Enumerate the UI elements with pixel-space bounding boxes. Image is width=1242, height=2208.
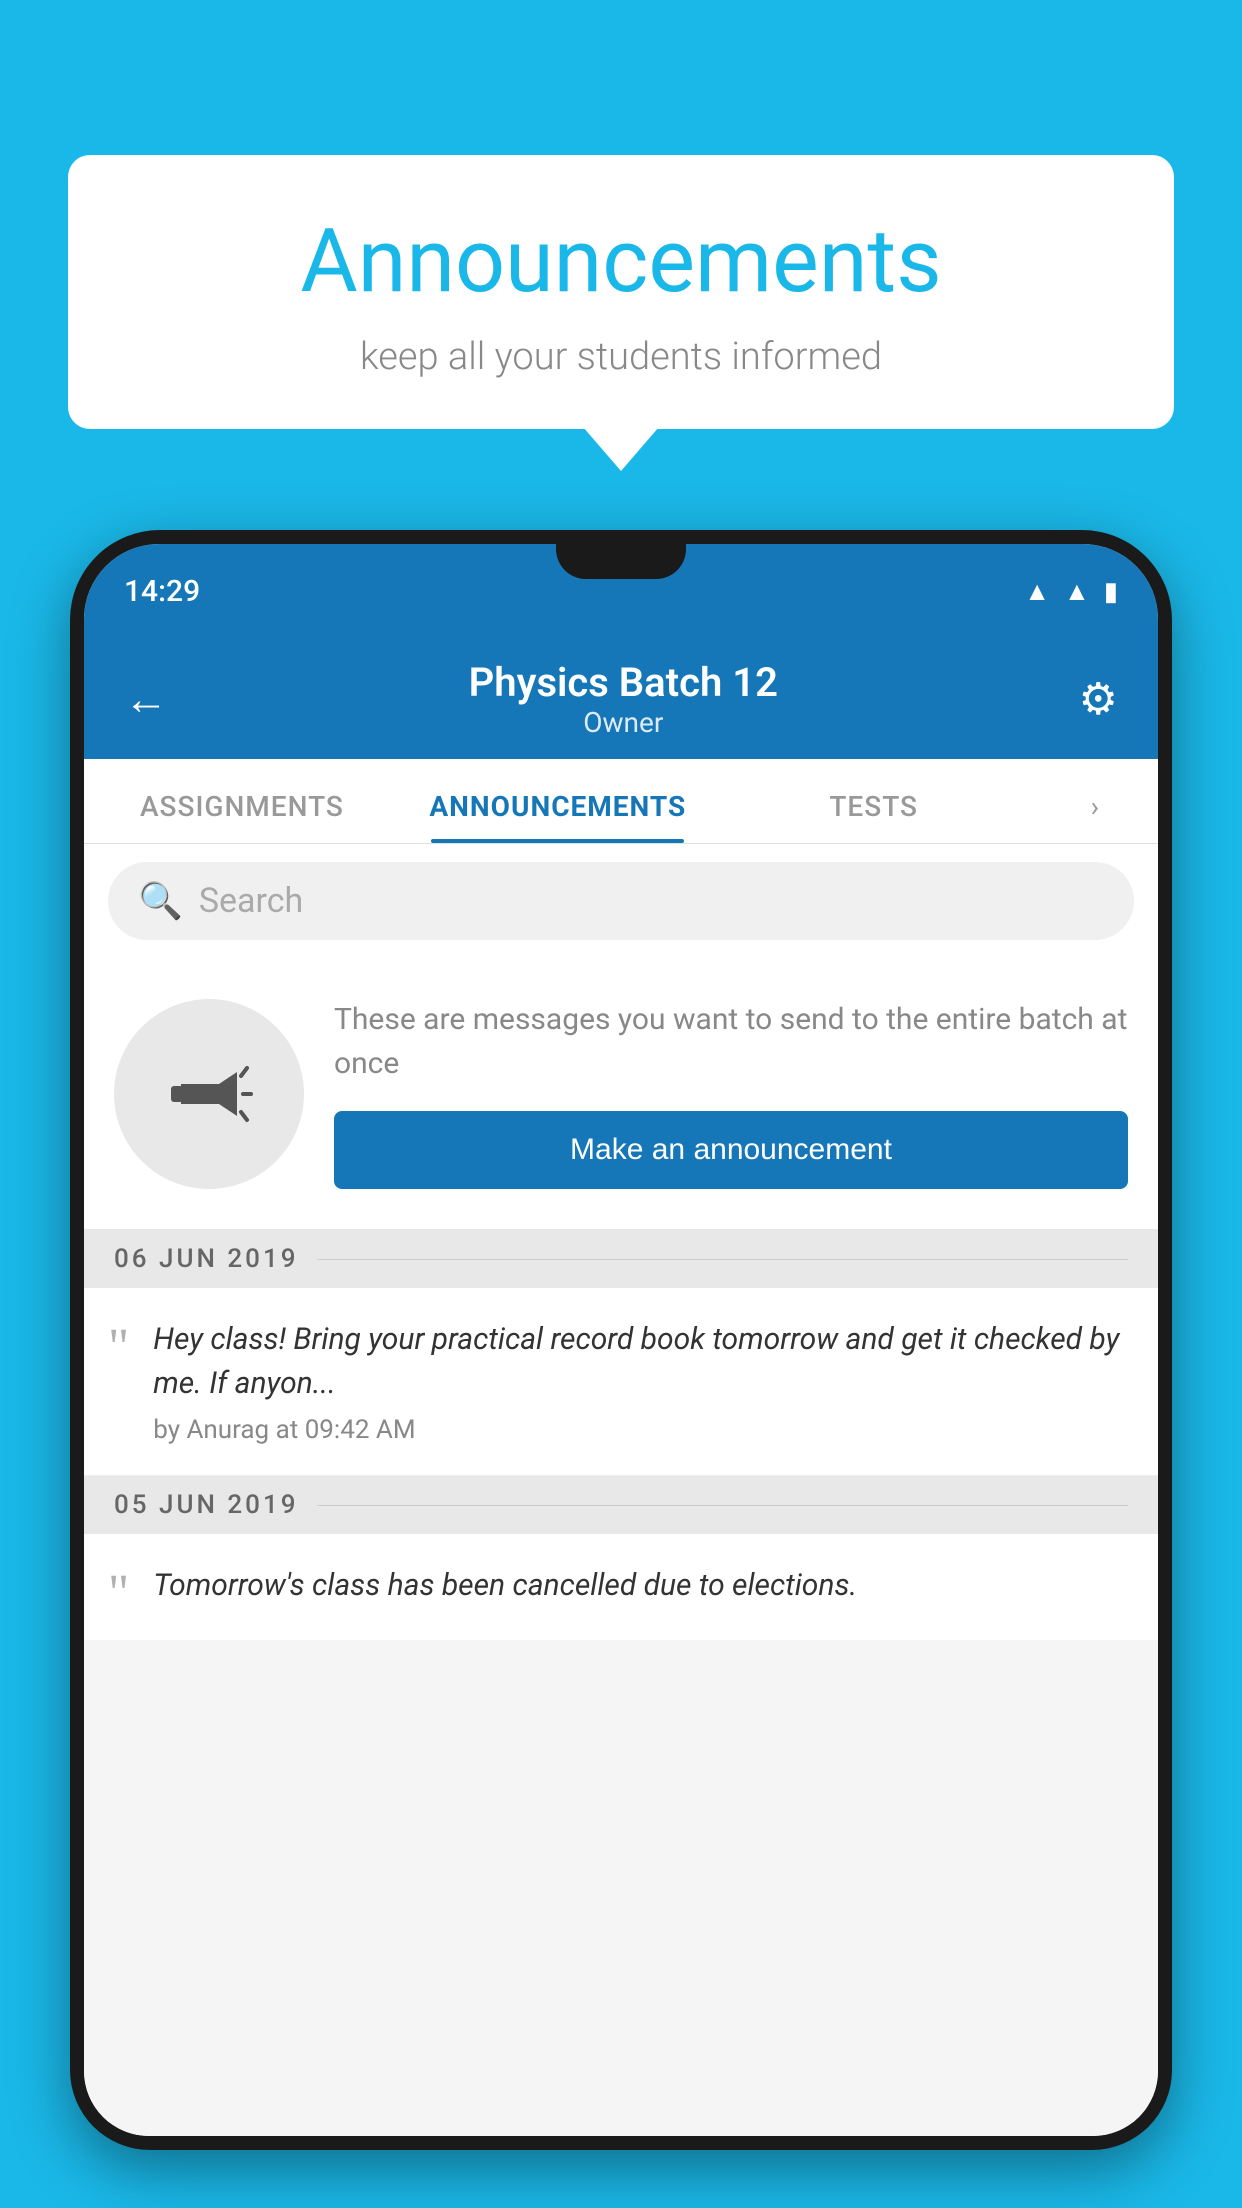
speech-bubble-container: Announcements keep all your students inf…: [68, 155, 1174, 429]
signal-icon: ▲: [1064, 576, 1090, 607]
tab-tests[interactable]: TESTS: [716, 790, 1032, 843]
tab-assignments[interactable]: ASSIGNMENTS: [84, 790, 400, 843]
make-announcement-button[interactable]: Make an announcement: [334, 1111, 1128, 1189]
promo-right: These are messages you want to send to t…: [334, 998, 1128, 1189]
separator-line: [317, 1259, 1129, 1260]
announcement-text-1: Hey class! Bring your practical record b…: [153, 1318, 1128, 1405]
phone-frame: 14:29 ▲ ▲ ▮ ← Physics Batch 12 Owner ⚙ A…: [70, 530, 1172, 2150]
announcement-content-2: Tomorrow's class has been cancelled due …: [153, 1564, 1128, 1618]
settings-button[interactable]: ⚙: [1079, 673, 1118, 725]
announcement-item-2[interactable]: " Tomorrow's class has been cancelled du…: [84, 1534, 1158, 1640]
back-button[interactable]: ←: [124, 673, 168, 725]
wifi-icon: ▲: [1024, 576, 1050, 607]
status-time: 14:29: [124, 574, 200, 609]
bubble-subtitle: keep all your students informed: [128, 335, 1114, 379]
announcement-item-1[interactable]: " Hey class! Bring your practical record…: [84, 1288, 1158, 1476]
status-bar: 14:29 ▲ ▲ ▮: [84, 544, 1158, 639]
status-icons: ▲ ▲ ▮: [1024, 576, 1118, 607]
search-placeholder: Search: [199, 881, 303, 921]
separator-line-2: [317, 1505, 1129, 1506]
promo-icon-circle: [114, 999, 304, 1189]
tab-announcements[interactable]: ANNOUNCEMENTS: [400, 790, 716, 843]
date-separator-1: 06 JUN 2019: [84, 1230, 1158, 1288]
search-icon: 🔍: [138, 880, 183, 922]
date-1: 06 JUN 2019: [114, 1244, 299, 1274]
tab-more[interactable]: ›: [1032, 790, 1158, 843]
tabs-bar: ASSIGNMENTS ANNOUNCEMENTS TESTS ›: [84, 759, 1158, 844]
date-separator-2: 05 JUN 2019: [84, 1476, 1158, 1534]
notch: [556, 544, 686, 579]
app-header: ← Physics Batch 12 Owner ⚙: [84, 639, 1158, 759]
date-2: 05 JUN 2019: [114, 1490, 299, 1520]
promo-block: These are messages you want to send to t…: [84, 958, 1158, 1230]
promo-description: These are messages you want to send to t…: [334, 998, 1128, 1085]
announcement-text-2: Tomorrow's class has been cancelled due …: [153, 1564, 1128, 1608]
quote-icon-2: ": [108, 1568, 129, 1620]
announcement-meta-1: by Anurag at 09:42 AM: [153, 1415, 1128, 1445]
header-subtitle: Owner: [469, 706, 778, 739]
quote-icon-1: ": [108, 1322, 129, 1374]
header-title: Physics Batch 12: [469, 659, 778, 706]
bubble-title: Announcements: [128, 210, 1114, 313]
battery-icon: ▮: [1104, 577, 1118, 607]
megaphone-icon: [164, 1049, 254, 1139]
search-bar-wrapper: 🔍 Search: [84, 844, 1158, 958]
announcement-content-1: Hey class! Bring your practical record b…: [153, 1318, 1128, 1445]
phone-wrapper: 14:29 ▲ ▲ ▮ ← Physics Batch 12 Owner ⚙ A…: [70, 530, 1172, 2208]
phone-content: 🔍 Search: [84, 844, 1158, 2136]
search-bar[interactable]: 🔍 Search: [108, 862, 1134, 940]
speech-bubble: Announcements keep all your students inf…: [68, 155, 1174, 429]
header-center: Physics Batch 12 Owner: [469, 659, 778, 739]
phone-screen: 14:29 ▲ ▲ ▮ ← Physics Batch 12 Owner ⚙ A…: [84, 544, 1158, 2136]
